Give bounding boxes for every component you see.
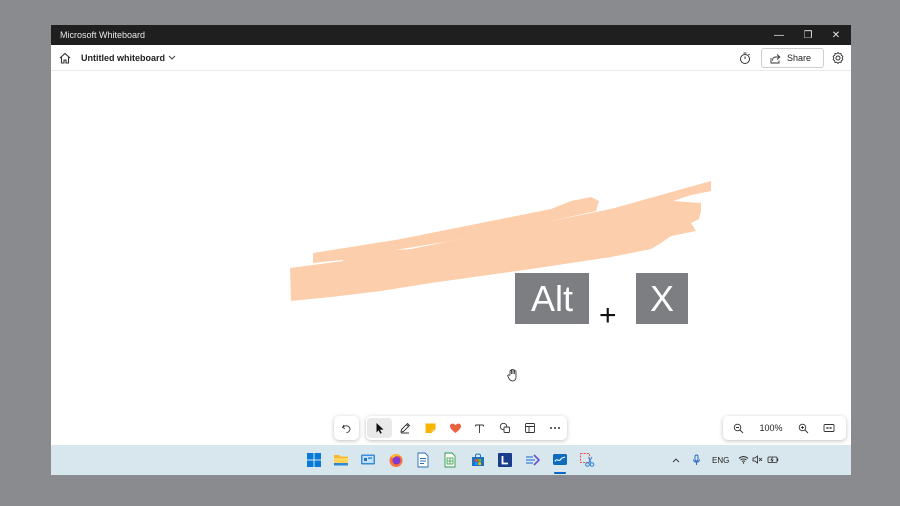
snipping-tool-icon[interactable] (579, 452, 595, 468)
zoom-out-button[interactable] (726, 416, 751, 440)
home-icon[interactable] (57, 50, 73, 66)
minimize-button[interactable]: — (765, 25, 793, 45)
ink-stroke[interactable] (51, 71, 851, 445)
writer-icon[interactable] (415, 452, 431, 468)
whiteboard-canvas[interactable]: Alt + X (51, 71, 851, 445)
zoom-out-icon (733, 423, 744, 433)
chevron-down-icon[interactable] (167, 52, 177, 62)
templates-button[interactable] (517, 416, 542, 440)
x-key-badge[interactable]: X (636, 273, 688, 324)
language-indicator[interactable]: ENG (712, 456, 729, 465)
undo-icon (341, 424, 351, 433)
minimize-icon: — (774, 29, 784, 41)
calc-icon[interactable] (442, 452, 458, 468)
text-icon (475, 424, 485, 433)
undo-button[interactable] (334, 416, 359, 440)
windows-start-icon[interactable] (306, 452, 322, 468)
file-explorer-icon[interactable] (333, 452, 349, 468)
zoom-in-icon (798, 423, 809, 433)
template-icon (524, 423, 535, 433)
whiteboard-window: Microsoft Whiteboard — ❐ ✕ Untitled whit… (51, 25, 851, 475)
whiteboard-icon[interactable] (552, 452, 568, 468)
reactions-button[interactable] (443, 416, 468, 440)
zoom-toolbar: 100% (723, 416, 846, 440)
battery-charging-icon[interactable] (767, 455, 779, 464)
select-tool-button[interactable] (367, 418, 392, 438)
board-title[interactable]: Untitled whiteboard (81, 53, 165, 63)
arrow-app-icon[interactable] (524, 452, 540, 468)
l-app-icon[interactable] (497, 452, 513, 468)
timer-icon[interactable] (738, 51, 752, 65)
active-app-indicator (554, 472, 566, 474)
title-bar: Microsoft Whiteboard — ❐ ✕ (51, 25, 851, 45)
text-tool-button[interactable] (468, 416, 493, 440)
share-button[interactable]: Share (761, 48, 824, 68)
plus-sign: + (599, 299, 617, 332)
close-icon: ✕ (831, 29, 841, 41)
zoom-level[interactable]: 100% (751, 423, 791, 433)
alt-key-label: Alt (530, 277, 573, 319)
main-toolbar (366, 416, 567, 440)
shapes-button[interactable] (492, 416, 517, 440)
window-title: Microsoft Whiteboard (60, 30, 146, 40)
app-bar: Untitled whiteboard Share (51, 45, 851, 71)
volume-muted-icon[interactable] (752, 455, 763, 464)
share-icon (770, 53, 781, 63)
undo-toolbar (334, 416, 359, 440)
wifi-icon[interactable] (738, 455, 749, 464)
share-label: Share (787, 53, 812, 63)
pen-icon (400, 422, 411, 434)
fit-screen-icon (823, 424, 834, 432)
zoom-in-button[interactable] (791, 416, 816, 440)
sticky-note-button[interactable] (418, 416, 443, 440)
firefox-icon[interactable] (388, 452, 404, 468)
restore-icon: ❐ (803, 29, 813, 41)
hand-cursor-icon (507, 368, 517, 382)
select-arrow-icon (376, 423, 384, 434)
microphone-icon[interactable] (692, 454, 701, 466)
gear-icon[interactable] (831, 51, 845, 65)
sticky-note-icon (425, 423, 436, 433)
alt-key-badge[interactable]: Alt (515, 273, 589, 324)
taskbar: ENG (51, 445, 851, 475)
pen-tool-button[interactable] (393, 416, 418, 440)
shapes-icon (499, 422, 510, 433)
fit-to-screen-button[interactable] (816, 416, 841, 440)
more-icon (549, 427, 560, 429)
close-button[interactable]: ✕ (822, 25, 850, 45)
chevron-up-icon[interactable] (671, 456, 681, 464)
restore-button[interactable]: ❐ (794, 25, 822, 45)
control-panel-icon[interactable] (360, 452, 376, 468)
more-tools-button[interactable] (542, 416, 567, 440)
reaction-heart-icon (449, 423, 461, 433)
x-key-label: X (649, 277, 674, 319)
store-icon[interactable] (470, 452, 486, 468)
